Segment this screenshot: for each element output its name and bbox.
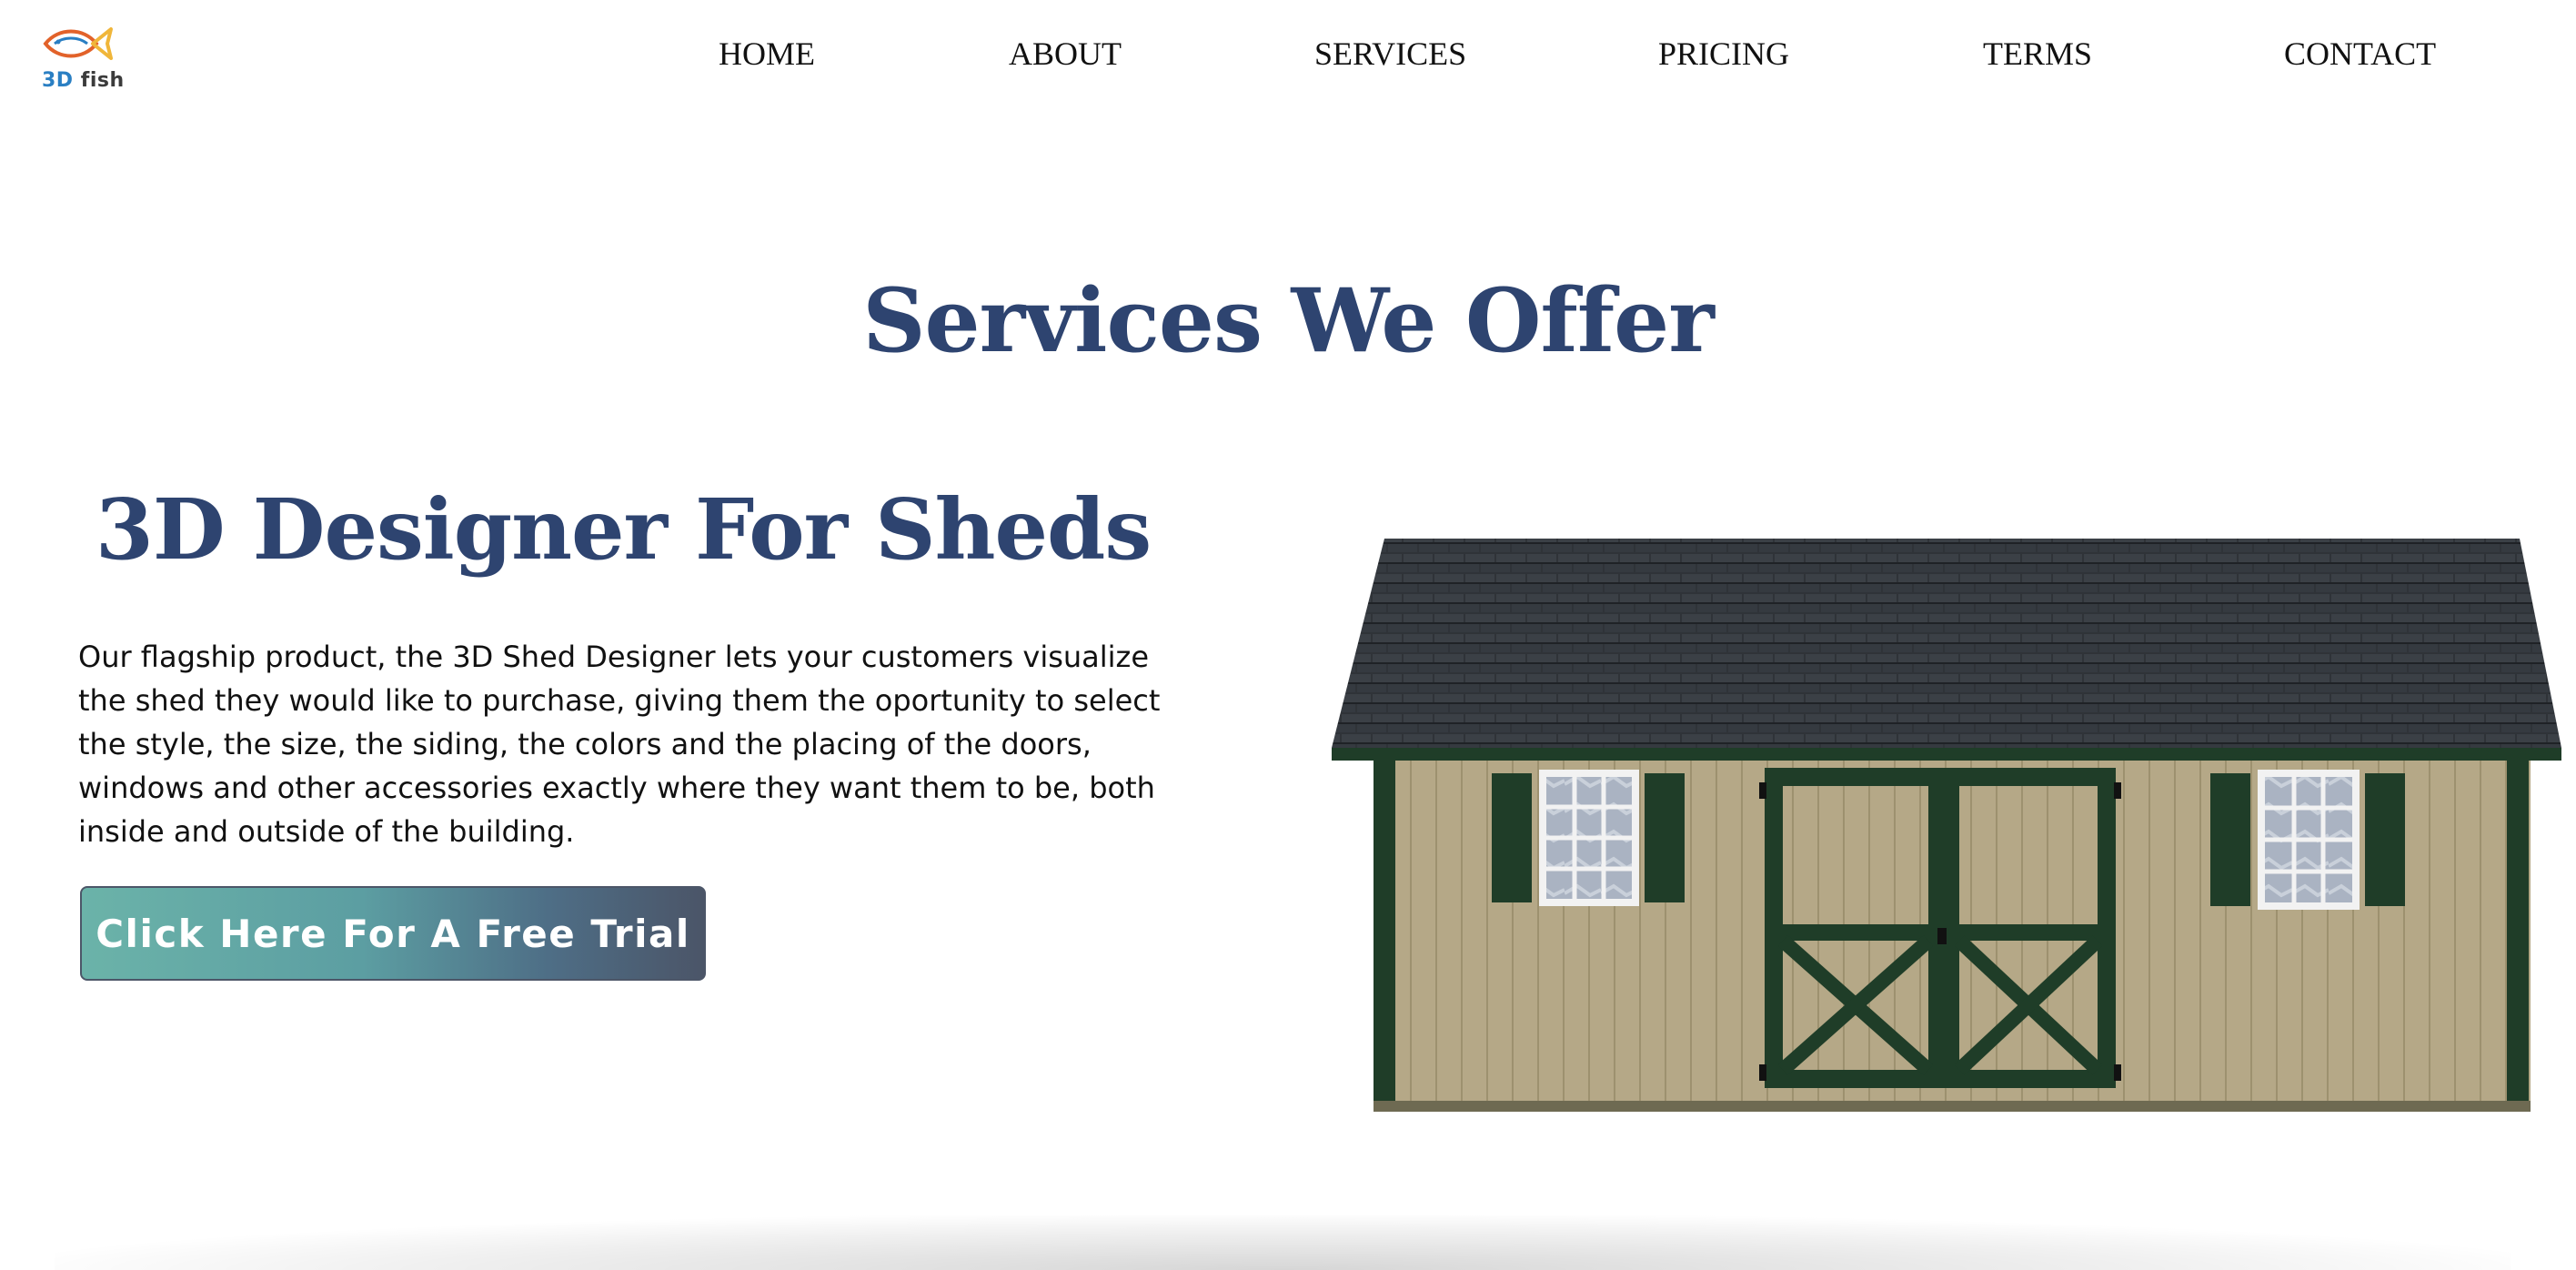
section-divider-shadow (55, 1215, 2511, 1270)
nav-terms[interactable]: TERMS (1983, 35, 2092, 73)
nav-home[interactable]: HOME (719, 35, 815, 73)
nav-services[interactable]: SERVICES (1314, 35, 1466, 73)
page-title: Services We Offer (862, 269, 1715, 372)
nav-contact[interactable]: CONTACT (2284, 35, 2436, 73)
nav-pricing[interactable]: PRICING (1658, 35, 1789, 73)
service-title: 3D Designer For Sheds (95, 480, 1152, 579)
nav-about[interactable]: ABOUT (1009, 35, 1122, 73)
free-trial-button[interactable]: Click Here For A Free Trial (80, 886, 706, 981)
service-description: Our flagship product, the 3D Shed Design… (78, 640, 1161, 849)
main-nav: HOME ABOUT SERVICES PRICING TERMS CONTAC… (0, 35, 2576, 80)
shed-product-image (1310, 473, 2576, 1128)
